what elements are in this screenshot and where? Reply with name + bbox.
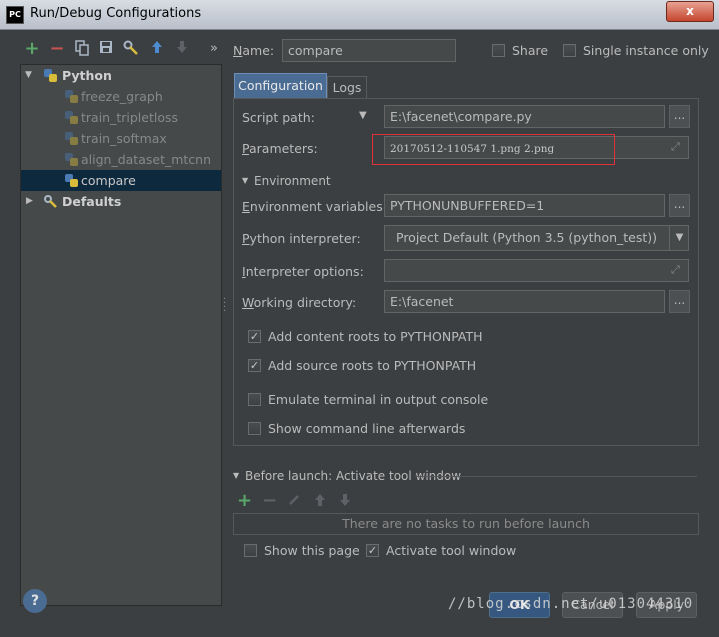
name-input[interactable]: compare (282, 39, 456, 62)
chevron-down-icon[interactable]: ▼ (669, 226, 689, 250)
python-file-icon (65, 90, 78, 103)
plus-icon[interactable]: + (23, 40, 41, 58)
share-label: Share (512, 43, 549, 58)
highlight-box (372, 134, 615, 165)
show-command-line-label: Show command line afterwards (268, 421, 466, 436)
working-directory-input[interactable]: E:\facenet (384, 290, 665, 313)
name-label: Name: (233, 43, 275, 58)
minus-icon: − (262, 490, 278, 511)
environment-section-label: Environment (254, 174, 331, 188)
window-title: Run/Debug Configurations (30, 6, 202, 21)
python-file-icon (65, 111, 78, 124)
watermark-text: //blog.csdn.net/u013044310 (448, 596, 694, 612)
tree-item[interactable]: align_dataset_mtcnn (21, 149, 221, 170)
more-icon[interactable]: » (205, 40, 223, 58)
expand-triangle-icon[interactable]: ▼ (25, 65, 32, 86)
single-instance-label: Single instance only (583, 43, 709, 58)
working-directory-browse-button[interactable]: ... (669, 290, 690, 313)
script-path-input[interactable]: E:\facenet\compare.py (384, 105, 665, 128)
environment-toggle-icon[interactable]: ▼ (242, 176, 248, 185)
help-button[interactable]: ? (23, 589, 47, 613)
tree-item-selected[interactable]: compare (21, 170, 221, 191)
before-launch-toggle-icon[interactable]: ▼ (233, 471, 239, 480)
share-checkbox[interactable] (492, 44, 505, 57)
show-this-page-label: Show this page (264, 543, 360, 558)
python-file-icon (65, 174, 78, 187)
script-path-dropdown-icon[interactable]: ▼ (359, 110, 367, 121)
tree-node-defaults[interactable]: ▶ Defaults (21, 191, 221, 212)
tab-logs[interactable]: Logs (327, 76, 367, 99)
show-this-page-checkbox[interactable] (244, 544, 257, 557)
working-directory-label: Working directory: (242, 295, 357, 310)
splitter-handle[interactable]: · · · · (223, 295, 226, 317)
python-file-icon (65, 132, 78, 145)
close-button[interactable]: x (666, 1, 714, 22)
python-icon (44, 69, 57, 82)
before-launch-task-list[interactable]: There are no tasks to run before launch (233, 513, 699, 535)
script-path-label: Script path: (242, 110, 315, 125)
tree-item[interactable]: train_tripletloss (21, 107, 221, 128)
content-roots-label: Add content roots to PYTHONPATH (268, 329, 483, 344)
pencil-icon (288, 494, 300, 509)
expand-field-icon[interactable]: ⤢ (671, 263, 680, 277)
defaults-icon (43, 194, 58, 215)
python-file-icon (65, 153, 78, 166)
python-interpreter-select[interactable]: Project Default (Python 3.5 (python_test… (384, 225, 689, 251)
copy-icon[interactable] (73, 40, 91, 58)
minus-icon[interactable]: − (48, 40, 66, 58)
wrench-icon[interactable] (122, 40, 140, 58)
python-interpreter-label: Python interpreter: (242, 231, 361, 246)
show-command-line-checkbox[interactable] (248, 422, 261, 435)
activate-tool-window-checkbox[interactable]: ✓ (366, 544, 379, 557)
section-divider (415, 476, 697, 477)
pycharm-app-icon: PC (6, 6, 24, 24)
configuration-tree[interactable]: ▼ Python freeze_graph train_tripletloss … (20, 64, 222, 606)
parameters-label: Parameters: (242, 141, 318, 156)
tree-item[interactable]: freeze_graph (21, 86, 221, 107)
activate-tool-window-label: Activate tool window (386, 543, 517, 558)
interpreter-options-label: Interpreter options: (242, 264, 364, 279)
env-vars-input[interactable]: PYTHONUNBUFFERED=1 (384, 194, 665, 217)
env-vars-label: Environment variables: (242, 199, 387, 214)
save-icon[interactable] (97, 40, 115, 58)
arrow-up-icon (314, 493, 326, 510)
tab-configuration[interactable]: Configuration (234, 73, 327, 99)
plus-icon[interactable]: + (237, 490, 252, 511)
expand-field-icon[interactable]: ⤢ (671, 140, 680, 154)
env-vars-edit-button[interactable]: ... (669, 194, 690, 217)
content-roots-checkbox[interactable]: ✓ (248, 330, 261, 343)
source-roots-label: Add source roots to PYTHONPATH (268, 358, 477, 373)
arrow-down-icon (339, 493, 351, 510)
tree-item[interactable]: train_softmax (21, 128, 221, 149)
emulate-terminal-checkbox[interactable] (248, 393, 261, 406)
single-instance-checkbox[interactable] (563, 44, 576, 57)
tree-node-python[interactable]: ▼ Python (21, 65, 221, 86)
arrow-up-icon[interactable] (148, 40, 166, 58)
source-roots-checkbox[interactable]: ✓ (248, 359, 261, 372)
script-path-browse-button[interactable]: ... (669, 105, 690, 128)
arrow-down-icon (173, 40, 191, 58)
collapsed-triangle-icon[interactable]: ▶ (26, 191, 33, 212)
interpreter-options-input[interactable] (384, 259, 689, 282)
emulate-terminal-label: Emulate terminal in output console (268, 392, 489, 407)
